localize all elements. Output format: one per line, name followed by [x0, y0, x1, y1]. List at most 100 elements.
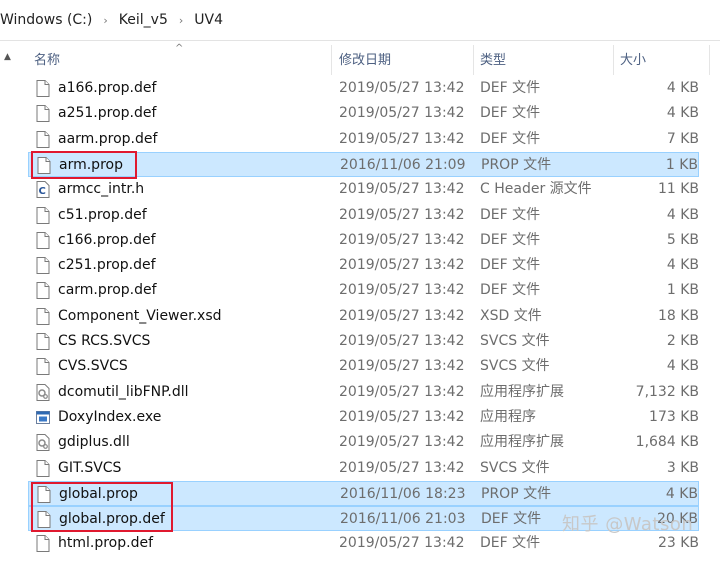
- file-name: aarm.prop.def: [58, 131, 158, 147]
- file-date: 2019/05/27 13:42: [339, 308, 465, 324]
- file-size: 4 KB: [666, 257, 699, 273]
- file-size: 1 KB: [666, 282, 699, 298]
- file-row[interactable]: CVS.SVCS 2019/05/27 13:42 SVCS 文件 4 KB: [28, 354, 699, 379]
- file-row[interactable]: Carmcc_intr.h 2019/05/27 13:42 C Header 源文…: [28, 177, 699, 202]
- dll-icon: [36, 434, 50, 451]
- file-icon: [36, 535, 50, 552]
- column-type[interactable]: 类型: [474, 45, 613, 75]
- file-icon: [36, 308, 50, 325]
- file-type: DEF 文件: [480, 80, 541, 96]
- file-date: 2019/05/27 13:42: [339, 384, 465, 400]
- file-icon: [36, 232, 50, 249]
- file-size: 18 KB: [657, 308, 699, 324]
- file-type: DEF 文件: [480, 232, 541, 248]
- file-type: DEF 文件: [480, 282, 541, 298]
- column-divider[interactable]: [709, 45, 710, 75]
- file-row[interactable]: a166.prop.def 2019/05/27 13:42 DEF 文件 4 KB: [28, 76, 699, 101]
- column-divider[interactable]: [331, 45, 332, 75]
- file-size: 4 KB: [666, 207, 699, 223]
- file-name: a251.prop.def: [58, 105, 157, 121]
- breadcrumb-drive[interactable]: Windows (C:): [0, 12, 92, 28]
- scroll-up-arrow-icon[interactable]: ▲: [4, 52, 11, 62]
- file-date: 2019/05/27 13:42: [339, 535, 465, 551]
- file-name: html.prop.def: [58, 535, 154, 551]
- file-size: 3 KB: [666, 460, 699, 476]
- file-name: Component_Viewer.xsd: [58, 308, 222, 324]
- file-icon: [37, 486, 51, 503]
- dll-icon: [36, 384, 50, 401]
- file-type: 应用程序扩展: [480, 384, 564, 400]
- file-size: 4 KB: [666, 105, 699, 121]
- file-size: 5 KB: [666, 232, 699, 248]
- file-date: 2019/05/27 13:42: [339, 257, 465, 273]
- file-row[interactable]: GIT.SVCS 2019/05/27 13:42 SVCS 文件 3 KB: [28, 456, 699, 481]
- breadcrumb-chevron-icon: ›: [178, 13, 184, 27]
- file-size: 1,684 KB: [635, 434, 699, 450]
- file-row[interactable]: aarm.prop.def 2019/05/27 13:42 DEF 文件 7 KB: [28, 127, 699, 152]
- breadcrumb-keil[interactable]: Keil_v5: [119, 12, 168, 28]
- file-type: 应用程序扩展: [480, 434, 564, 450]
- file-size: 4 KB: [665, 486, 698, 502]
- file-icon: [36, 460, 50, 477]
- svg-text:C: C: [39, 186, 46, 197]
- file-row[interactable]: c251.prop.def 2019/05/27 13:42 DEF 文件 4 KB: [28, 253, 699, 278]
- file-size: 173 KB: [649, 409, 699, 425]
- file-type: SVCS 文件: [480, 333, 550, 349]
- file-icon: [36, 80, 50, 97]
- column-name[interactable]: 名称: [28, 45, 331, 75]
- file-row[interactable]: a251.prop.def 2019/05/27 13:42 DEF 文件 4 KB: [28, 101, 699, 126]
- file-type: SVCS 文件: [480, 358, 550, 374]
- file-name: c51.prop.def: [58, 207, 147, 223]
- file-name: DoxyIndex.exe: [58, 409, 162, 425]
- c-header-icon: C: [36, 181, 50, 198]
- file-icon: [36, 131, 50, 148]
- file-size: 7 KB: [666, 131, 699, 147]
- file-date: 2019/05/27 13:42: [339, 131, 465, 147]
- file-type: DEF 文件: [480, 207, 541, 223]
- file-row[interactable]: CS RCS.SVCS 2019/05/27 13:42 SVCS 文件 2 KB: [28, 329, 699, 354]
- file-date: 2019/05/27 13:42: [339, 181, 465, 197]
- file-name: CS RCS.SVCS: [58, 333, 151, 349]
- file-row[interactable]: arm.prop 2016/11/06 21:09 PROP 文件 1 KB: [28, 152, 699, 177]
- file-name: global.prop: [59, 486, 138, 502]
- file-date: 2019/05/27 13:42: [339, 232, 465, 248]
- file-row[interactable]: dcomutil_libFNP.dll 2019/05/27 13:42 应用程序扩…: [28, 380, 699, 405]
- breadcrumb-uv4[interactable]: UV4: [194, 12, 223, 28]
- file-date: 2019/05/27 13:42: [339, 207, 465, 223]
- file-icon: [37, 511, 51, 528]
- file-name: dcomutil_libFNP.dll: [58, 384, 189, 400]
- file-row[interactable]: Component_Viewer.xsd 2019/05/27 13:42 XSD …: [28, 304, 699, 329]
- file-icon: [36, 282, 50, 299]
- column-date[interactable]: 修改日期: [333, 45, 473, 75]
- file-type: 应用程序: [480, 409, 536, 425]
- file-size: 1 KB: [665, 157, 698, 173]
- file-row[interactable]: gdiplus.dll 2019/05/27 13:42 应用程序扩展 1,684 K…: [28, 430, 699, 455]
- file-type: DEF 文件: [481, 511, 542, 527]
- file-size: 7,132 KB: [635, 384, 699, 400]
- file-name: armcc_intr.h: [58, 181, 145, 197]
- file-icon: [37, 157, 51, 174]
- column-header: ^ 名称 修改日期 类型 大小: [28, 43, 720, 75]
- file-type: PROP 文件: [481, 157, 552, 173]
- file-size: 11 KB: [657, 181, 699, 197]
- file-type: XSD 文件: [480, 308, 542, 324]
- breadcrumb-chevron-icon: ›: [103, 13, 108, 27]
- file-icon: [36, 257, 50, 274]
- file-row[interactable]: DoxyIndex.exe 2019/05/27 13:42 应用程序 173 KB: [28, 405, 699, 430]
- file-row[interactable]: carm.prop.def 2019/05/27 13:42 DEF 文件 1 KB: [28, 278, 699, 303]
- exe-icon: [36, 409, 50, 426]
- file-row[interactable]: global.prop 2016/11/06 18:23 PROP 文件 4 KB: [28, 481, 699, 506]
- file-row[interactable]: c51.prop.def 2019/05/27 13:42 DEF 文件 4 KB: [28, 203, 699, 228]
- file-date: 2019/05/27 13:42: [339, 358, 465, 374]
- file-date: 2016/11/06 18:23: [340, 486, 466, 502]
- file-name: carm.prop.def: [58, 282, 157, 298]
- file-size: 4 KB: [666, 80, 699, 96]
- file-row[interactable]: c166.prop.def 2019/05/27 13:42 DEF 文件 5 KB: [28, 228, 699, 253]
- file-date: 2019/05/27 13:42: [339, 409, 465, 425]
- address-bar[interactable]: Windows (C:) › Keil_v5 › UV4: [0, 0, 720, 41]
- file-size: 4 KB: [666, 358, 699, 374]
- file-type: DEF 文件: [480, 131, 541, 147]
- file-name: CVS.SVCS: [58, 358, 128, 374]
- file-date: 2019/05/27 13:42: [339, 333, 465, 349]
- column-size[interactable]: 大小: [614, 45, 709, 75]
